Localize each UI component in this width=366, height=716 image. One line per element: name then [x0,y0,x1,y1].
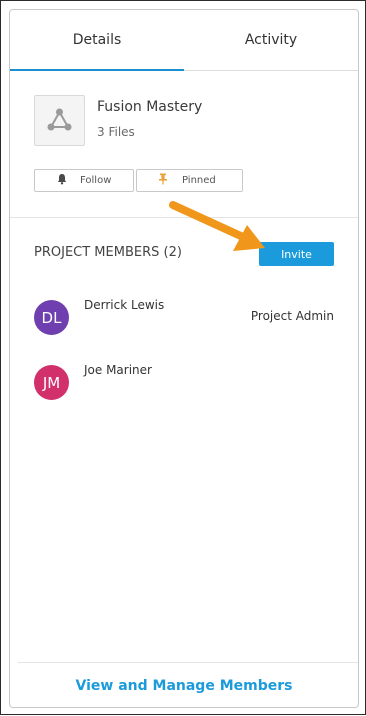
member-name: Derrick Lewis [84,298,165,312]
tab-activity[interactable]: Activity [184,10,358,70]
tab-activity-label: Activity [244,32,298,48]
tab-bar: Details Activity [10,10,358,71]
bell-icon [56,173,68,188]
section-divider [10,217,358,218]
project-thumbnail [34,95,85,146]
screenshot-frame: Details Activity Fusion Mastery 3 Files [0,0,366,715]
avatar-initials: DL [41,308,62,327]
active-tab-indicator [10,69,184,71]
member-row[interactable]: JM Joe Mariner [34,363,334,405]
avatar-initials: JM [42,373,61,392]
project-file-count: 3 Files [97,125,135,139]
view-manage-members-link[interactable]: View and Manage Members [10,678,358,694]
pinned-button[interactable]: Pinned [136,169,243,192]
member-role: Project Admin [250,309,334,323]
member-name: Joe Mariner [84,363,152,377]
tab-details-label: Details [72,32,122,48]
follow-button[interactable]: Follow [34,169,134,192]
invite-label: Invite [281,247,312,261]
avatar: JM [34,365,69,400]
project-graph-icon [47,108,72,131]
member-row[interactable]: DL Derrick Lewis Project Admin [34,298,334,340]
details-panel: Details Activity Fusion Mastery 3 Files [9,9,359,708]
project-members-heading: PROJECT MEMBERS (2) [34,245,182,260]
footer-divider [18,662,358,663]
follow-label: Follow [80,175,112,186]
tab-details[interactable]: Details [10,10,184,71]
pin-icon [158,173,168,188]
pinned-label: Pinned [182,175,216,186]
avatar: DL [34,300,69,335]
project-name: Fusion Mastery [97,99,203,115]
invite-button[interactable]: Invite [259,242,334,266]
